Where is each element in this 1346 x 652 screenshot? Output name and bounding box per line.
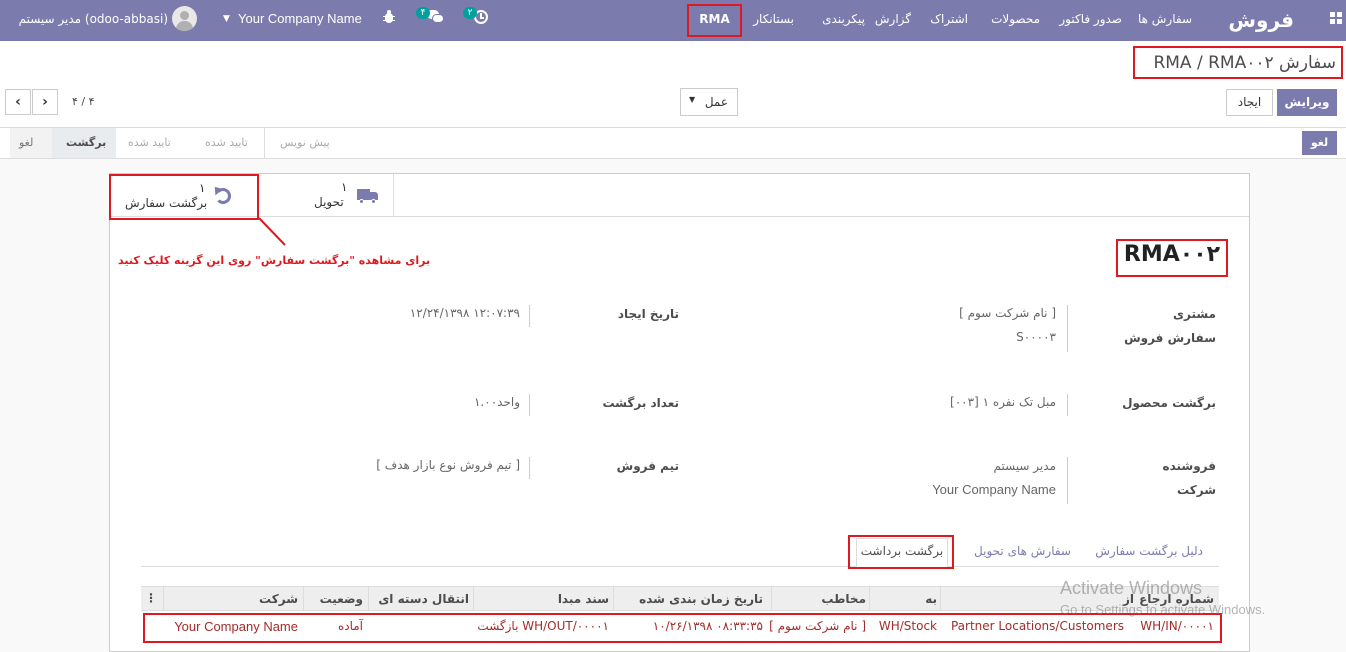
sales-team-separator: [529, 457, 530, 479]
delivery-smart-button[interactable]: ۱ تحویل: [258, 174, 394, 216]
chevron-left-icon: ‹: [15, 94, 21, 110]
company-switcher-caret-icon: ▼: [223, 14, 230, 24]
user-menu[interactable]: مدیر سیستم (odoo-abbasi): [18, 11, 168, 27]
pager-value[interactable]: ۴ / ۴: [72, 95, 95, 108]
menu-creditor[interactable]: بستانکار: [753, 11, 794, 27]
cell-status: آماده: [337, 619, 363, 633]
status-bar: [0, 127, 1346, 159]
stage-approved-label: تایید شده: [128, 136, 171, 149]
header-company[interactable]: شرکت: [259, 592, 298, 606]
apps-grid-icon[interactable]: [1330, 12, 1342, 24]
app-title: فروش: [1228, 8, 1294, 32]
tab-return-reason[interactable]: دلیل برگشت سفارش: [1095, 544, 1203, 558]
menu-configuration[interactable]: پیکربندی: [822, 11, 865, 27]
menu-subscriptions[interactable]: اشتراک: [930, 11, 968, 27]
stage-cancelled-label: لغو: [19, 136, 34, 149]
salesperson-label: فروشنده: [1162, 459, 1217, 473]
activity-badge: ۲: [463, 7, 477, 19]
delivery-label: تحویل: [314, 195, 344, 209]
messages-badge: ۴: [416, 7, 430, 19]
sales-team-value[interactable]: [ تیم فروش نوع بازار هدف ]: [376, 458, 520, 472]
stage-draft-label: پیش نویس: [280, 136, 330, 149]
create-button[interactable]: ایجاد: [1226, 89, 1273, 116]
cell-to: WH/Stock: [878, 619, 937, 633]
action-caret-icon: ▼: [689, 95, 696, 104]
top-navbar: فروش سفارش ها صدور فاکتور محصولات اشتراک…: [0, 0, 1346, 41]
chevron-right-icon: ›: [42, 94, 48, 110]
return-label: برگشت سفارش: [125, 196, 208, 210]
stage-return-label: برگشت: [66, 136, 107, 149]
cell-source-document: بازگشت WH/OUT/۰۰۰۰۱: [477, 619, 609, 633]
cell-reference: WH/IN/۰۰۰۰۱: [1140, 619, 1214, 633]
customer-label: مشتری: [1172, 307, 1216, 321]
create-date-label: تاریخ ایجاد: [617, 307, 679, 321]
company-value[interactable]: Your Company Name: [932, 482, 1056, 497]
user-avatar[interactable]: [172, 6, 197, 31]
header-scheduled-date[interactable]: تاریخ زمان بندی شده: [639, 592, 763, 606]
product-label: برگشت محصول: [1122, 396, 1216, 410]
customer-value[interactable]: [ نام شرکت سوم ]: [959, 306, 1056, 320]
qty-value: ۱.۰۰واحد: [473, 395, 520, 409]
product-value[interactable]: [۰۰۳] مبل تک نفره ۱: [950, 395, 1056, 409]
return-count: ۱: [199, 181, 206, 195]
truck-icon: [357, 189, 379, 204]
sale-order-label: سفارش فروش: [1124, 331, 1216, 345]
cell-company: Your Company Name: [174, 619, 298, 634]
header-source-document[interactable]: سند مبدا: [558, 592, 609, 606]
debug-bug-icon[interactable]: [383, 10, 395, 24]
menu-invoicing[interactable]: صدور فاکتور: [1059, 11, 1122, 27]
cancel-button[interactable]: لغو: [1302, 131, 1337, 155]
stage-confirmed-label: تایید شده: [205, 136, 248, 149]
header-status[interactable]: وضعیت: [320, 592, 363, 606]
activation-watermark-subtitle: Go to Settings to activate Windows.: [1060, 602, 1266, 617]
qty-separator: [529, 394, 530, 416]
cell-partner: [ نام شرکت سوم ]: [769, 619, 866, 633]
header-partner[interactable]: مخاطب: [821, 592, 866, 606]
qty-label: تعداد برگشت: [602, 396, 679, 410]
salesperson-value[interactable]: مدیر سیستم: [994, 459, 1057, 473]
return-smart-button[interactable]: ۱ برگشت سفارش: [111, 176, 257, 218]
customer-separator: [1067, 305, 1068, 352]
activation-watermark-title: Activate Windows: [1060, 578, 1203, 598]
company-switcher[interactable]: Your Company Name: [238, 11, 362, 27]
column-options-icon[interactable]: ⋮: [145, 591, 157, 605]
record-name: RMA۰۰۲: [1123, 242, 1221, 267]
action-label: عمل: [704, 95, 728, 109]
header-to[interactable]: به: [925, 592, 937, 606]
menu-orders[interactable]: سفارش ها: [1138, 11, 1192, 27]
sale-order-value[interactable]: S۰۰۰۰۳: [1016, 330, 1056, 344]
company-label: شرکت: [1177, 483, 1216, 497]
header-batch-transfer[interactable]: انتقال دسته ای: [378, 592, 469, 606]
create-date-value: ۱۲/۲۴/۱۳۹۸ ۱۲:۰۷:۳۹: [409, 306, 520, 320]
menu-products[interactable]: محصولات: [991, 11, 1040, 27]
action-dropdown[interactable]: ▼ عمل: [680, 88, 738, 116]
notebook-tab-line: [141, 566, 1219, 567]
tab-return-picking[interactable]: برگشت برداشت: [856, 544, 948, 558]
annotation-text: برای مشاهده "برگشت سفارش" روی این گزینه …: [118, 254, 431, 267]
delivery-count: ۱: [341, 180, 348, 194]
tab-delivery-orders[interactable]: سفارش های تحویل: [974, 544, 1071, 558]
menu-reporting[interactable]: گزارش: [875, 11, 911, 27]
annotation-arrow: [258, 217, 286, 246]
edit-button[interactable]: ویرایش: [1277, 89, 1337, 116]
product-separator: [1067, 394, 1068, 416]
salesperson-separator: [1067, 457, 1068, 504]
menu-rma[interactable]: RMA: [687, 11, 742, 27]
sales-team-label: تیم فروش: [616, 459, 679, 473]
cell-scheduled-date: ۱۰/۲۶/۱۳۹۸ ۰۸:۳۳:۳۵: [652, 619, 763, 633]
breadcrumb[interactable]: سفارش RMA / RMA۰۰۲: [1153, 53, 1336, 73]
pager-previous-button[interactable]: ‹: [5, 89, 31, 115]
cell-from: Partner Locations/Customers: [950, 619, 1124, 633]
pager-next-button[interactable]: ›: [32, 89, 58, 115]
create-date-separator: [529, 305, 530, 327]
